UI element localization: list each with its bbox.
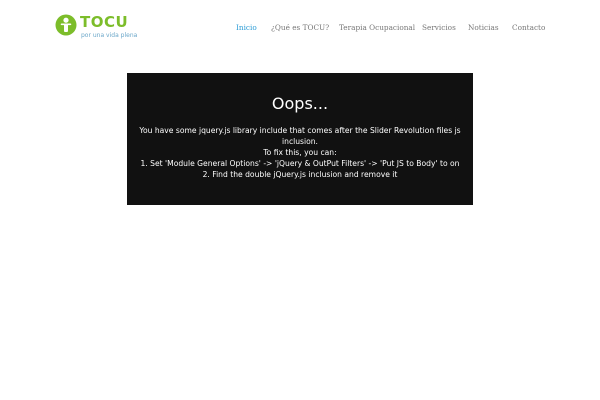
nav-item-noticias[interactable]: Noticias	[468, 22, 499, 34]
nav-item-contacto[interactable]: Contacto	[512, 22, 545, 34]
error-line: To fix this, you can:	[263, 148, 337, 157]
error-line: 2. Find the double jQuery.js inclusion a…	[202, 170, 398, 179]
main-nav: Inicio ¿Qué es TOCU? Terapia Ocupacional…	[0, 22, 600, 36]
nav-item-inicio[interactable]: Inicio	[236, 22, 257, 34]
error-line: 1. Set 'Module General Options' -> 'jQue…	[140, 159, 460, 168]
nav-item-que-es-tocu[interactable]: ¿Qué es TOCU?	[271, 22, 329, 34]
error-line: You have some jquery.js library include …	[139, 126, 461, 135]
error-line: inclusion.	[282, 137, 318, 146]
nav-item-terapia-ocupacional[interactable]: Terapia Ocupacional	[339, 22, 415, 34]
slider-error-panel: Oops... You have some jquery.js library …	[127, 73, 473, 205]
site-header: TOCU por una vida plena Inicio ¿Qué es T…	[0, 0, 600, 56]
nav-item-servicios[interactable]: Servicios	[422, 22, 456, 34]
error-message: You have some jquery.js library include …	[139, 125, 461, 180]
error-title: Oops...	[271, 94, 329, 113]
